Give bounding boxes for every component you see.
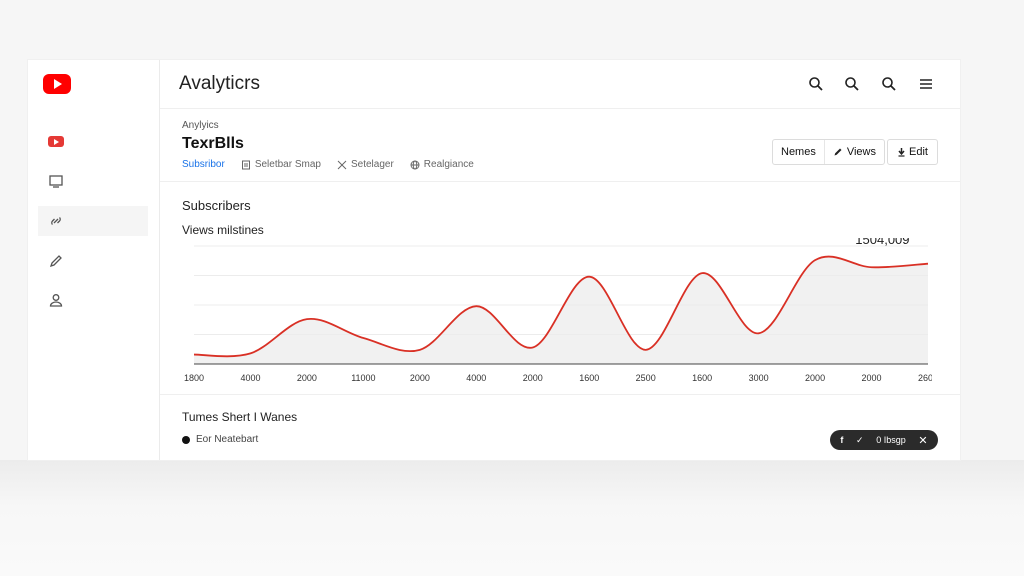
- globe-icon: [410, 160, 420, 169]
- x-tick-label: 2500: [636, 373, 656, 383]
- legend-dot: [182, 435, 190, 444]
- meta-label: Setelager: [350, 159, 394, 170]
- main-content: Avalyticrs Anylyics TexrBlls Subsribor S…: [160, 60, 960, 460]
- breadcrumb: Anylyics: [182, 120, 219, 131]
- subscriber-link[interactable]: Subsribor: [182, 159, 225, 170]
- x-tick-label: 2600: [918, 373, 932, 383]
- link-icon: [51, 217, 61, 225]
- x-tick-label: 2000: [805, 373, 825, 383]
- meta-label: Seletbar Smap: [254, 159, 321, 170]
- edit-label: Edit: [909, 146, 928, 158]
- download-icon: [898, 148, 905, 157]
- peak-annotation: 1504,009: [855, 238, 909, 247]
- page-title: TexrBlls: [182, 135, 244, 152]
- page-header: Anylyics TexrBlls Subsribor Seletbar Sma…: [160, 109, 960, 182]
- x-tick-label: 4000: [240, 373, 260, 383]
- monitor-icon: [49, 175, 63, 188]
- bottom-section-title: Tumes Shert I Wanes: [182, 410, 298, 424]
- app-title: Avalyticrs: [179, 73, 260, 94]
- search-icon[interactable]: [879, 74, 899, 94]
- x-tick-label: 3000: [749, 373, 769, 383]
- x-tick-label: 1600: [579, 373, 599, 383]
- background-floor: [0, 460, 1024, 576]
- close-icon[interactable]: ✕: [918, 434, 927, 447]
- scissors-icon: [337, 160, 347, 169]
- meta-label: Realgiance: [423, 159, 474, 170]
- search-icon[interactable]: [806, 74, 826, 94]
- top-header: Avalyticrs: [160, 60, 960, 109]
- toast-label: 0 Ibsgp: [876, 435, 906, 445]
- edit-button[interactable]: Edit: [887, 139, 938, 165]
- x-tick-label: 2000: [297, 373, 317, 383]
- channel-meta-row: Subsribor Seletbar Smap Setelager Realgi…: [182, 159, 474, 170]
- sidebar-item-edit[interactable]: [38, 246, 148, 276]
- sidebar-item-profile[interactable]: [38, 285, 148, 315]
- x-tick-label: 2000: [862, 373, 882, 383]
- chart-title: Views milstines: [182, 223, 264, 237]
- pencil-icon: [49, 255, 62, 268]
- x-tick-label: 1800: [184, 373, 204, 383]
- x-tick-label: 4000: [466, 373, 486, 383]
- views-label: Views: [846, 146, 876, 158]
- meta-item-realgiance[interactable]: Realgiance: [410, 159, 474, 170]
- youtube-logo[interactable]: [43, 74, 71, 94]
- user-icon: [49, 294, 63, 307]
- names-button[interactable]: Nemes: [773, 140, 824, 164]
- youtube-icon: [48, 135, 64, 147]
- sidebar: [28, 60, 160, 460]
- search-icon[interactable]: [842, 74, 862, 94]
- views-chart: 1800 4000 2000 11000 2000 4000 2000 1600 2500 160…: [184, 232, 938, 388]
- views-button[interactable]: Views: [823, 140, 884, 164]
- analytics-window: Avalyticrs Anylyics TexrBlls Subsribor S…: [28, 60, 960, 460]
- facebook-icon[interactable]: f: [840, 435, 843, 445]
- views-line-chart: 1800 4000 2000 11000 2000 4000 2000 1600 2500 160…: [184, 232, 938, 383]
- x-tick-label: 2000: [410, 373, 430, 383]
- document-icon: [241, 160, 250, 169]
- legend-row: Eor Neatebart: [182, 434, 258, 445]
- names-label: Nemes: [781, 146, 816, 158]
- sidebar-item-content[interactable]: [38, 126, 148, 156]
- menu-icon[interactable]: [916, 74, 936, 94]
- share-toast: f ✓ 0 Ibsgp ✕: [830, 430, 938, 450]
- view-toggle-group: Nemes Views: [772, 139, 885, 165]
- legend-label: Eor Neatebart: [196, 434, 259, 445]
- meta-item-selector[interactable]: Seletbar Smap: [241, 159, 321, 170]
- x-tick-label: 2000: [523, 373, 543, 383]
- check-icon[interactable]: ✓: [856, 435, 864, 446]
- meta-item-setelager[interactable]: Setelager: [337, 159, 394, 170]
- x-tick-label: 11000: [351, 373, 375, 383]
- sidebar-item-monitor[interactable]: [38, 166, 148, 196]
- x-tick-label: 1600: [692, 373, 712, 383]
- section-divider: [160, 394, 960, 395]
- section-title: Subscribers: [182, 198, 251, 213]
- sidebar-item-link[interactable]: [38, 206, 148, 236]
- pencil-icon: [834, 148, 842, 156]
